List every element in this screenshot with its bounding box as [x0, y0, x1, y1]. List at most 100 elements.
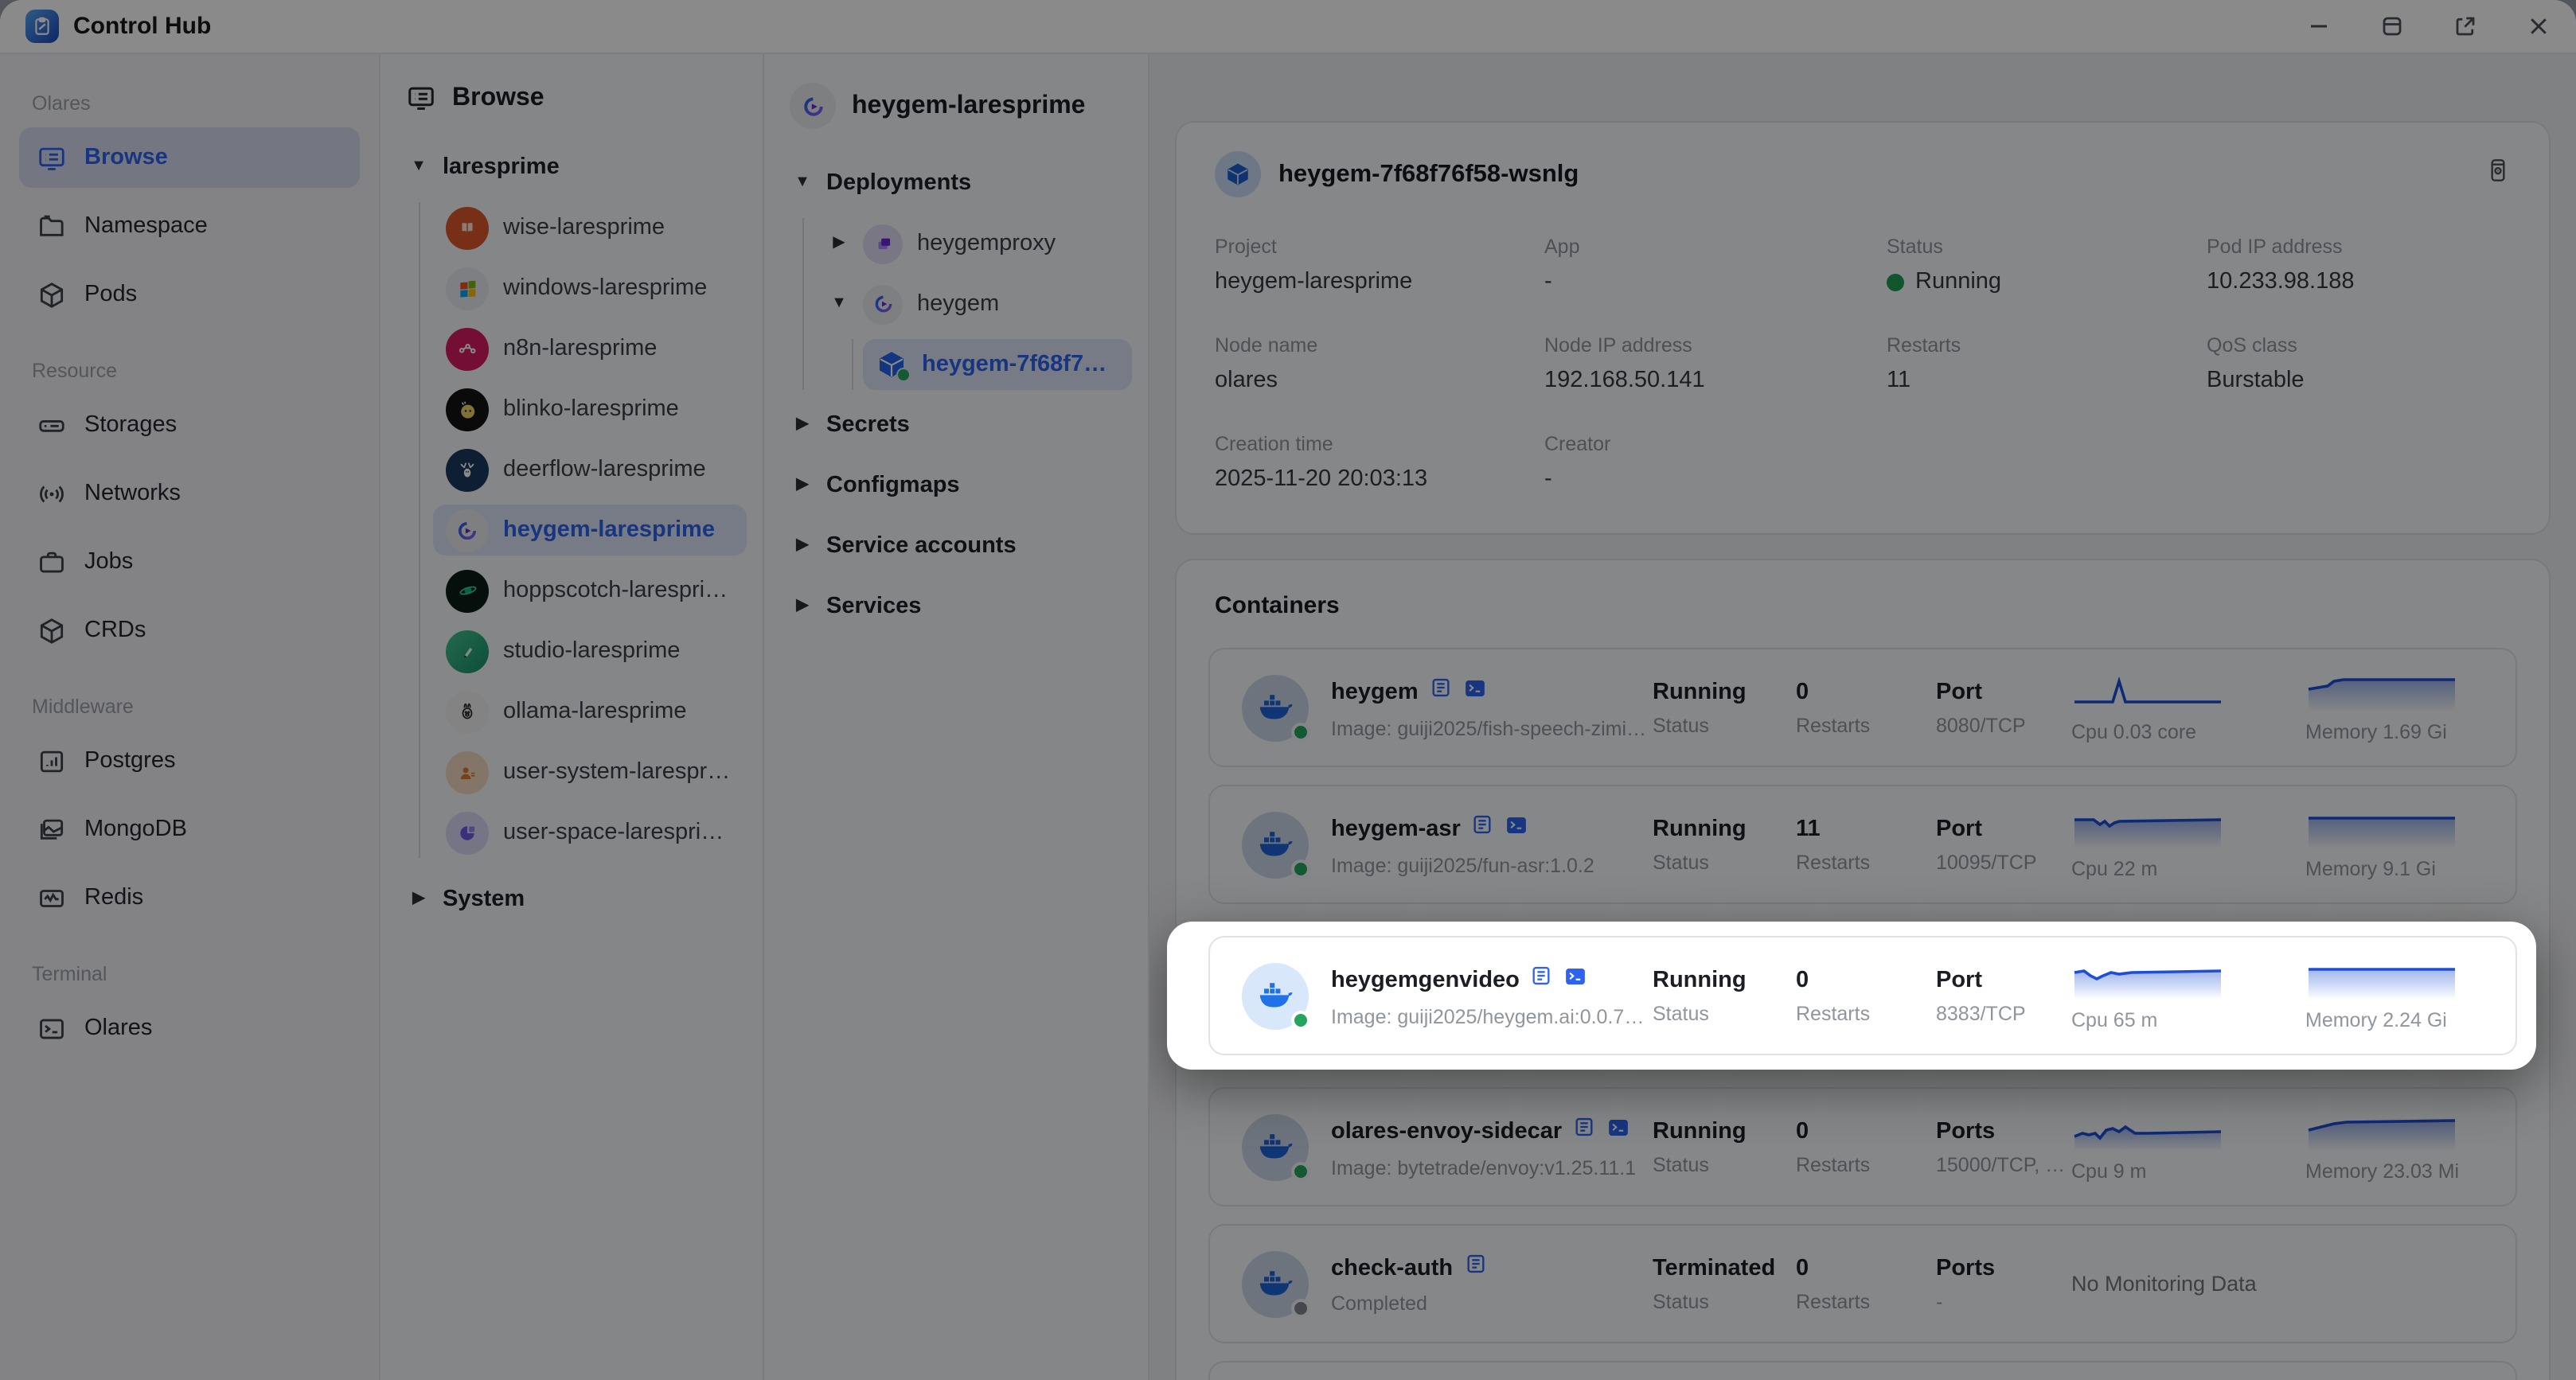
tree-node-service-accounts[interactable]: Service accounts — [780, 520, 1132, 571]
cpu-sparkline: Cpu 65 m — [2071, 961, 2305, 1031]
sidebar-item-olares-terminal[interactable]: Olares — [19, 998, 360, 1058]
containers-card: Containers heygem Image: guiji2025/fish-… — [1167, 559, 2551, 1380]
tree-node-deployments[interactable]: Deployments — [780, 158, 1132, 209]
container-port: Port 8080/TCP — [1936, 679, 2026, 736]
sidebar-item-networks[interactable]: Networks — [19, 463, 360, 524]
tree-node-configmaps[interactable]: Configmaps — [780, 460, 1132, 511]
caret-right-icon[interactable] — [793, 417, 812, 433]
caret-down-icon[interactable] — [409, 159, 428, 175]
heygem-deployment-icon — [863, 284, 903, 324]
caret-down-icon[interactable] — [793, 175, 812, 191]
field-restarts: Restarts 11 — [1887, 334, 1961, 393]
container-logs-icon[interactable] — [1464, 1253, 1486, 1283]
containers-title: Containers — [1215, 592, 1340, 619]
deerflow-app-icon — [446, 448, 489, 491]
container-logs-icon[interactable] — [1430, 676, 1452, 707]
sidebar-item-pods[interactable]: Pods — [19, 264, 360, 325]
sidebar-item-redis[interactable]: Redis — [19, 867, 360, 928]
wise-app-icon — [446, 206, 489, 249]
container-row[interactable]: heygem-asr Image: guiji2025/fun-asr:1.0.… — [1208, 785, 2517, 904]
caret-right-icon[interactable] — [409, 891, 428, 907]
running-dot — [896, 368, 911, 382]
field-status: Status Running — [1887, 236, 2002, 294]
caret-down-icon[interactable] — [829, 296, 849, 312]
sidebar-item-mongodb[interactable]: MongoDB — [19, 799, 360, 860]
caret-right-icon[interactable] — [793, 598, 812, 614]
docker-icon — [1242, 962, 1310, 1029]
deployment-icon — [863, 224, 903, 263]
field-project: Project heygem-laresprime — [1215, 236, 1413, 294]
app-logo-icon — [25, 10, 59, 43]
container-logs-icon[interactable] — [1472, 813, 1494, 844]
tree-node-pod-selected[interactable]: heygem-7f68f76f… — [863, 339, 1132, 390]
minimize-button[interactable] — [2307, 14, 2331, 38]
studio-app-icon — [446, 630, 489, 672]
deployments-children: heygemproxy heygem heygem-7f68f76f… — [802, 218, 1132, 390]
tree-node-app[interactable]: hoppscotch-larespri… — [433, 565, 747, 616]
mongodb-icon — [40, 818, 64, 839]
docker-icon — [1242, 1250, 1310, 1317]
running-dot — [1291, 722, 1310, 741]
container-terminal-icon[interactable] — [1606, 1115, 1630, 1147]
sidebar-item-browse[interactable]: Browse — [19, 127, 360, 188]
container-terminal-icon[interactable] — [1505, 813, 1529, 844]
container-row[interactable]: olares-envoy-sidecar Image: bytetrade/en… — [1208, 1087, 2517, 1207]
tree-node-heygemproxy[interactable]: heygemproxy — [817, 218, 1132, 269]
docker-icon — [1242, 1113, 1310, 1180]
container-row[interactable]: check-auth Completed Terminated Status 0… — [1208, 1224, 2517, 1343]
sidebar-item-jobs[interactable]: Jobs — [19, 532, 360, 592]
pod-title: heygem-7f68f76f58-wsnlg — [1278, 160, 1579, 187]
container-restarts: 0 Restarts — [1796, 679, 1871, 736]
sidebar-item-namespace[interactable]: Namespace — [19, 196, 360, 256]
tree-node-app[interactable]: deerflow-laresprime — [433, 444, 747, 495]
close-button[interactable] — [2527, 14, 2551, 38]
tree-node-app[interactable]: wise-laresprime — [433, 202, 747, 253]
container-terminal-icon[interactable] — [1463, 676, 1487, 708]
container-restarts: 0 Restarts — [1796, 967, 1871, 1024]
tree-node-secrets[interactable]: Secrets — [780, 400, 1132, 450]
caret-right-icon[interactable] — [793, 478, 812, 493]
monitor-icon[interactable] — [2485, 158, 2511, 191]
container-row-highlighted[interactable]: heygemgenvideo Image: guiji2025/heygem.a… — [1208, 936, 2517, 1055]
hoppscotch-app-icon — [446, 569, 489, 612]
control-hub-window: Control Hub Olares Browse Namespace Pods… — [0, 0, 2576, 1380]
tree-node-app[interactable]: n8n-laresprime — [433, 323, 747, 374]
networks-icon — [40, 485, 64, 502]
tree-node-app[interactable]: windows-laresprime — [433, 263, 747, 314]
tree-node-system[interactable]: System — [396, 874, 747, 925]
tree-node-app[interactable]: user-space-larespri… — [433, 807, 747, 858]
tree-node-laresprime[interactable]: laresprime — [396, 142, 747, 193]
container-row[interactable]: render-envoy-config Completed Terminated… — [1208, 1361, 2517, 1380]
docker-icon — [1242, 674, 1310, 741]
tree-node-heygem[interactable]: heygem — [817, 279, 1132, 329]
container-row[interactable]: heygem Image: guiji2025/fish-speech-zimi… — [1208, 648, 2517, 767]
jobs-icon — [40, 551, 64, 572]
container-logs-icon[interactable] — [1573, 1116, 1595, 1146]
running-dot — [1291, 1010, 1310, 1029]
tree-node-app-selected[interactable]: heygem-laresprime — [433, 505, 747, 556]
container-status: Terminated Status — [1653, 1255, 1776, 1312]
pod-details-card: heygem-7f68f76f58-wsnlg Project heygem-l… — [1175, 121, 2551, 535]
titlebar: Control Hub — [0, 0, 2576, 54]
tree-node-services[interactable]: Services — [780, 581, 1132, 632]
sidebar-item-storages[interactable]: Storages — [19, 395, 360, 455]
sidebar-item-crds[interactable]: CRDs — [19, 600, 360, 661]
container-terminal-icon[interactable] — [1564, 964, 1588, 996]
memory-sparkline: Memory 1.69 Gi — [2305, 672, 2484, 743]
maximize-button[interactable] — [2380, 14, 2404, 38]
tree-node-app[interactable]: blinko-laresprime — [433, 384, 747, 435]
container-restarts: 11 Restarts — [1796, 816, 1871, 873]
app-root: Control Hub Olares Browse Namespace Pods… — [0, 0, 2576, 1380]
popout-button[interactable] — [2453, 14, 2477, 38]
storages-icon — [39, 419, 64, 431]
tree-node-app[interactable]: studio-laresprime — [433, 626, 747, 676]
caret-right-icon[interactable] — [829, 236, 849, 251]
container-logs-icon[interactable] — [1531, 965, 1553, 995]
tree-node-app[interactable]: ollama-laresprime — [433, 686, 747, 737]
tree-node-app[interactable]: user-system-larespri… — [433, 747, 747, 797]
caret-right-icon[interactable] — [793, 538, 812, 554]
field-creation-time: Creation time 2025-11-20 20:03:13 — [1215, 433, 1428, 492]
memory-sparkline: Memory 9.1 Gi — [2305, 809, 2484, 879]
sidebar-item-postgres[interactable]: Postgres — [19, 731, 360, 791]
nav-section-terminal: Terminal — [32, 963, 107, 985]
